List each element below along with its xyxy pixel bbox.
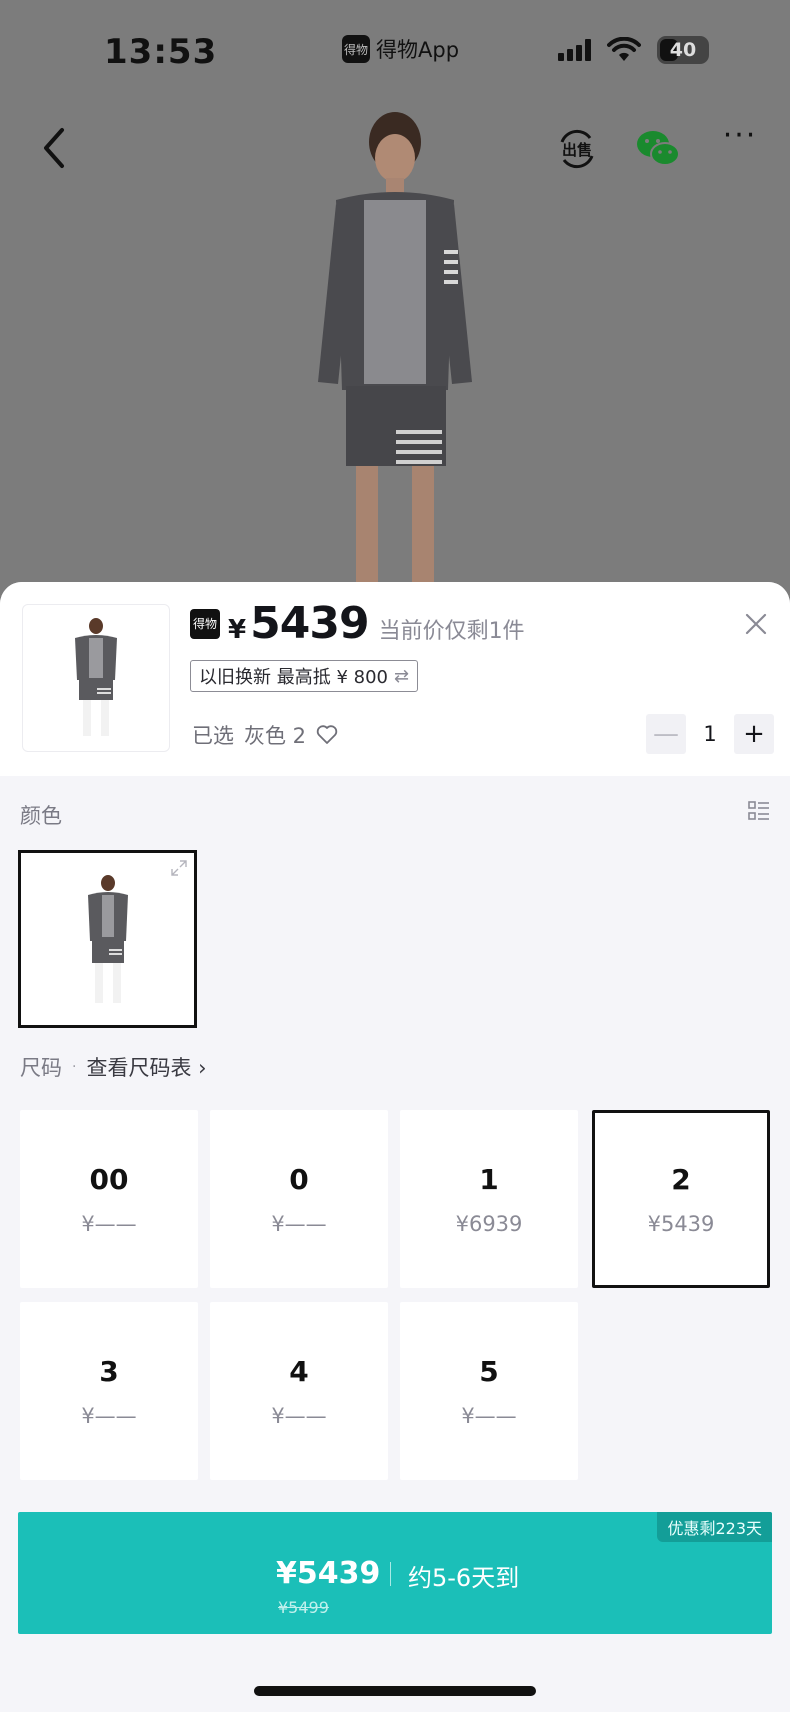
quantity-value: 1: [703, 722, 717, 746]
size-name: 0: [289, 1162, 309, 1196]
sheet-header: 得物 ¥ 5439 当前价仅剩1件 以旧换新 最高抵 ¥ 800 ⇄ 已选 灰色…: [0, 582, 790, 776]
size-price: ¥6939: [455, 1211, 523, 1236]
size-name: 5: [479, 1354, 499, 1388]
color-option-image: [87, 875, 128, 1003]
heart-icon[interactable]: [316, 725, 338, 745]
size-price: ¥——: [461, 1403, 517, 1428]
current-price: 5439: [250, 598, 369, 649]
signal-icon: [558, 39, 591, 61]
size-name: 00: [89, 1162, 129, 1196]
price-row: 得物 ¥ 5439 当前价仅剩1件: [190, 598, 525, 649]
more-icon[interactable]: ···: [720, 121, 760, 166]
size-option-4[interactable]: 4 ¥——: [210, 1302, 388, 1480]
color-section-label: 颜色: [20, 804, 62, 828]
size-name: 1: [479, 1162, 499, 1196]
battery-level: 40: [669, 39, 697, 61]
battery-icon: 40: [657, 36, 709, 64]
home-indicator[interactable]: [254, 1686, 536, 1696]
color-option-gray[interactable]: [18, 850, 197, 1028]
product-hero-image: [318, 112, 472, 600]
status-bar: 13:53 得物 得物App 40: [0, 0, 790, 100]
currency-symbol: ¥: [228, 615, 247, 645]
selected-label: 已选: [192, 724, 234, 748]
quantity-stepper: — 1 +: [646, 714, 774, 754]
product-thumbnail[interactable]: [22, 604, 170, 752]
list-view-icon[interactable]: [748, 800, 770, 822]
size-name: 4: [289, 1354, 309, 1388]
original-price: ¥5499: [278, 1598, 329, 1617]
size-price: ¥——: [271, 1211, 327, 1236]
size-option-2[interactable]: 2 ¥5439: [592, 1110, 770, 1288]
dewu-logo-icon: 得物: [342, 35, 370, 63]
status-app-name: 得物App: [376, 38, 460, 62]
trade-in-button[interactable]: 以旧换新 最高抵 ¥ 800 ⇄: [190, 660, 419, 692]
buy-price: ¥5439: [276, 1556, 381, 1591]
product-thumbnail-image: [75, 618, 117, 736]
sell-icon[interactable]: 出售: [556, 128, 598, 170]
back-icon[interactable]: [34, 122, 74, 174]
size-section-header: 尺码 · 查看尺码表 ›: [20, 1052, 207, 1082]
buy-now-button[interactable]: 优惠剩223天 ¥5439 ¥5499 约5-6天到: [18, 1512, 772, 1634]
status-icons: 40: [558, 36, 709, 64]
divider: [390, 1562, 391, 1586]
quantity-minus-button[interactable]: —: [646, 714, 686, 754]
size-name: 2: [671, 1162, 691, 1196]
dewu-badge-icon: 得物: [190, 608, 220, 639]
size-option-5[interactable]: 5 ¥——: [400, 1302, 578, 1480]
size-chart-link[interactable]: 查看尺码表 ›: [86, 1052, 206, 1082]
trade-in-label: 以旧换新 最高抵 ¥ 800: [199, 667, 388, 688]
swap-icon: ⇄: [393, 665, 410, 687]
size-option-00[interactable]: 00 ¥——: [20, 1110, 198, 1288]
size-price: ¥——: [271, 1403, 327, 1428]
sku-selector-sheet: 得物 ¥ 5439 当前价仅剩1件 以旧换新 最高抵 ¥ 800 ⇄ 已选 灰色…: [0, 582, 790, 1712]
size-name: 3: [99, 1354, 119, 1388]
svg-text:出售: 出售: [562, 141, 592, 159]
size-price: ¥——: [81, 1403, 137, 1428]
size-option-1[interactable]: 1 ¥6939: [400, 1110, 578, 1288]
status-time: 13:53: [104, 32, 218, 72]
discount-remaining-tag: 优惠剩223天: [657, 1512, 772, 1542]
selected-value: 灰色 2: [244, 724, 307, 748]
status-app-indicator: 得物 得物App: [342, 34, 459, 64]
separator-dot: ·: [72, 1059, 77, 1075]
expand-icon[interactable]: [170, 859, 188, 877]
size-section-label: 尺码: [20, 1056, 62, 1080]
stock-note: 当前价仅剩1件: [378, 619, 525, 644]
wechat-icon[interactable]: [634, 128, 682, 170]
wifi-icon: [607, 37, 641, 61]
size-price: ¥——: [81, 1211, 137, 1236]
size-option-3[interactable]: 3 ¥——: [20, 1302, 198, 1480]
selected-summary: 已选 灰色 2: [192, 720, 338, 750]
quantity-plus-button[interactable]: +: [734, 714, 774, 754]
close-icon[interactable]: [744, 612, 768, 636]
size-option-0[interactable]: 0 ¥——: [210, 1110, 388, 1288]
size-price: ¥5439: [647, 1211, 715, 1236]
delivery-eta: 约5-6天到: [408, 1564, 520, 1592]
